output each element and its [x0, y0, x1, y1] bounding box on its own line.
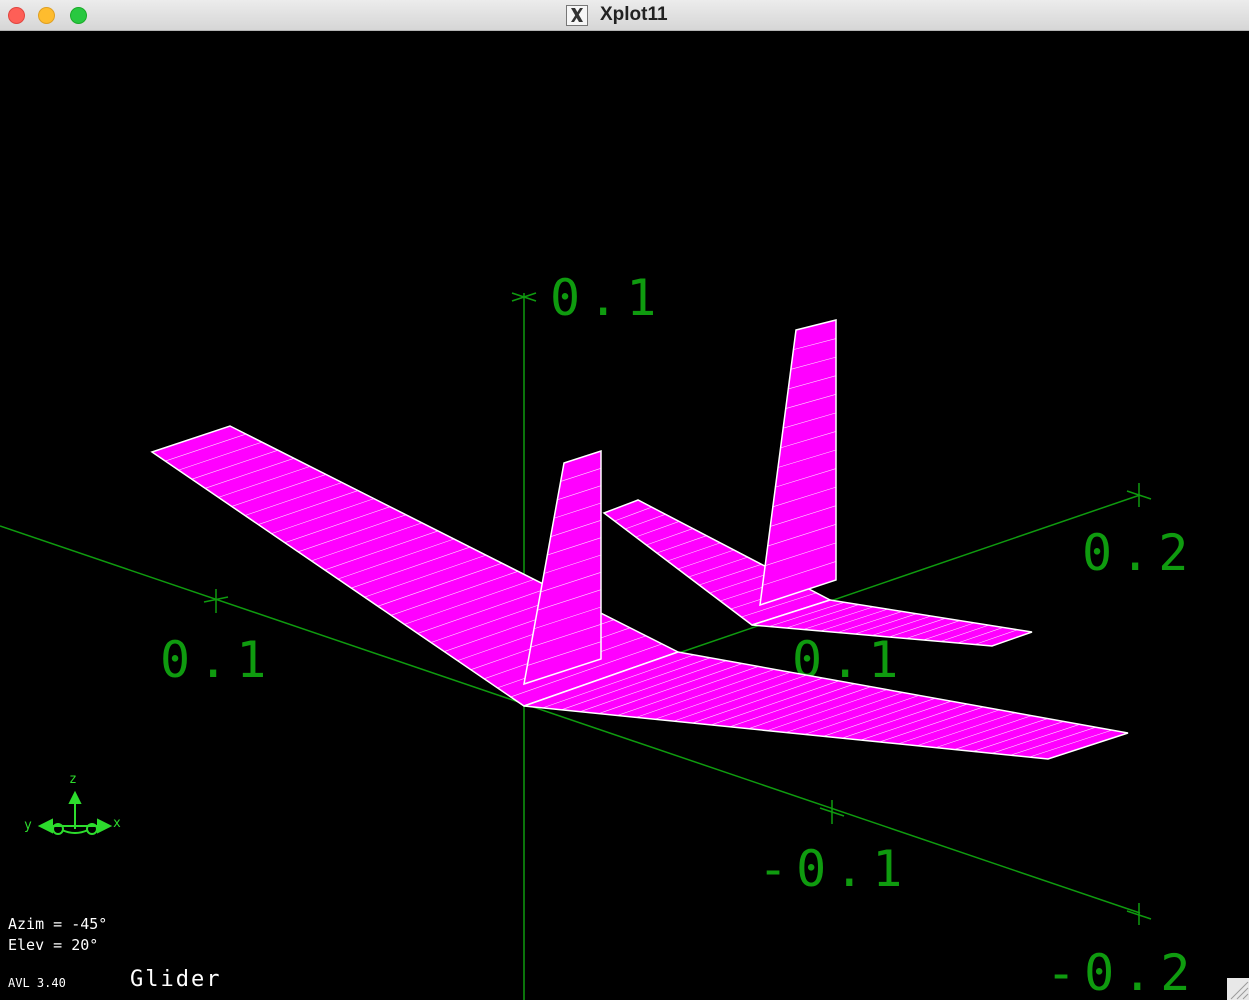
version-label: AVL 3.40: [8, 976, 66, 990]
z-axis-label: 0.1: [550, 269, 664, 327]
azimuth-readout: Azim = -45°: [8, 915, 107, 933]
maximize-button[interactable]: [70, 7, 87, 24]
y-axis-label-positive: 0.2: [1082, 524, 1196, 582]
minimize-button[interactable]: [38, 7, 55, 24]
axis-triad: [37, 790, 113, 835]
triad-y-label: y: [24, 818, 32, 833]
x-axis-label-end: -0.2: [1046, 944, 1198, 1000]
configuration-name: Glider: [130, 967, 221, 992]
triad-x-label: x: [113, 816, 121, 831]
x-axis-label-positive: 0.1: [160, 631, 274, 689]
main-wing: [150, 425, 1129, 760]
x11-icon: [566, 4, 588, 26]
x-axis-label-negative: -0.1: [758, 840, 910, 898]
y-axis-tick-positive: [1126, 483, 1152, 507]
xplot11-window: Xplot11 0.1 0.1 0.2 0.1 -0.1 -0.2 z y x …: [0, 0, 1249, 1000]
x-axis-tick-positive: [203, 589, 229, 613]
triad-z-label: z: [69, 772, 77, 787]
title-bar[interactable]: Xplot11: [0, 0, 1249, 31]
window-title: Xplot11: [600, 4, 668, 25]
x-axis-tick-end: [1126, 903, 1152, 925]
elevation-readout: Elev = 20°: [8, 936, 98, 954]
close-button[interactable]: [8, 7, 25, 24]
title-group: Xplot11: [566, 4, 668, 26]
plot-canvas[interactable]: 0.1 0.1 0.2 0.1 -0.1 -0.2 z y x Azim = -…: [0, 32, 1249, 1000]
vertical-fins: [523, 319, 837, 686]
resize-grip-icon[interactable]: [1227, 978, 1249, 1000]
avl-geometry-view: 0.1 0.1 0.2 0.1 -0.1 -0.2 z y x Azim = -…: [0, 269, 1198, 1000]
rear-fin: [759, 319, 837, 607]
